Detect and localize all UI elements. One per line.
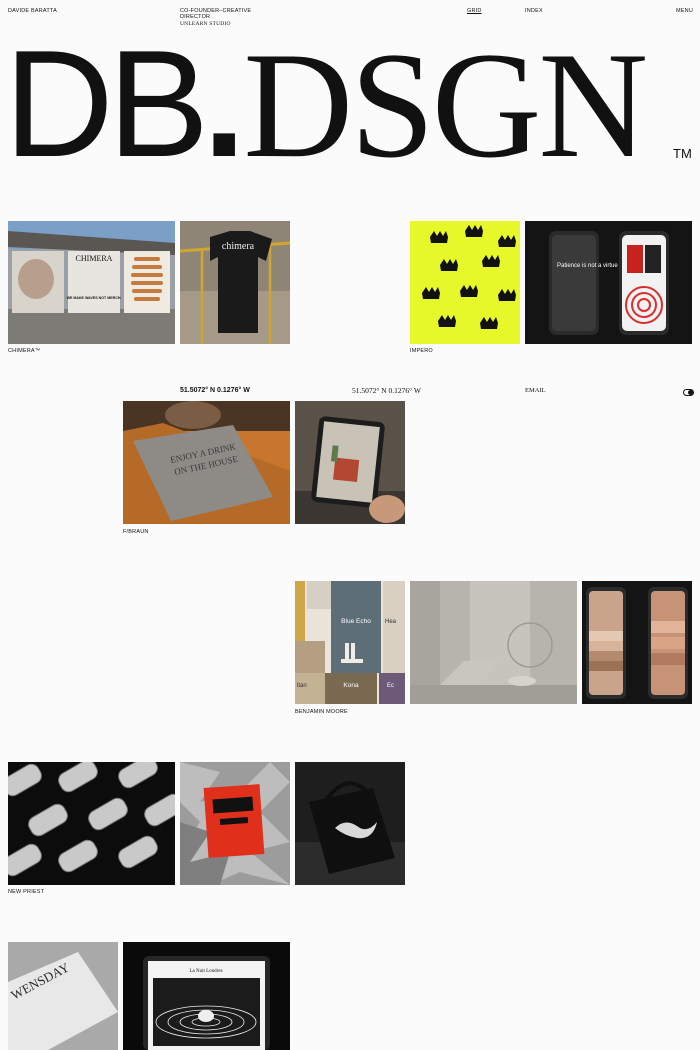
project-caption-new-priest[interactable]: NEW PRIEST [8, 889, 44, 895]
benjamin-moore-cards-image[interactable]: Blue Echo Hea ltan Kona Ec [295, 581, 405, 704]
logo-part-db: DB [4, 19, 209, 189]
bm-card-kona: Kona [343, 682, 359, 689]
project-caption-chimera[interactable]: CHIMERA™ [8, 348, 40, 354]
benjamin-moore-phones-image[interactable] [582, 581, 692, 704]
impero-crowns-image[interactable] [410, 221, 520, 344]
new-priest-cans-image[interactable] [8, 762, 175, 885]
tablet-title-text: La Nuit Londres [189, 969, 222, 974]
chimera-merch-text: WE MAKE WAVES NOT MERCH. [67, 296, 122, 300]
email-link[interactable]: EMAIL [525, 387, 546, 394]
tablet-illustration-image[interactable]: La Nuit Londres [123, 942, 290, 1050]
author-name: DAVIDE BARATTA [8, 8, 57, 14]
nav-index-link[interactable]: INDEX [525, 8, 543, 14]
project-caption-impero[interactable]: IMPERO [410, 348, 433, 354]
site-logo[interactable]: DB.DSGN [4, 28, 648, 181]
bm-card-hea: Hea [385, 619, 397, 625]
bm-card-ec: Ec [387, 683, 394, 689]
logo-part-dsgn: DSGN [243, 21, 648, 189]
chimera-tee-text: chimera [222, 241, 255, 252]
wensday-card-image[interactable]: WENSDAY [8, 942, 118, 1050]
bm-card-blue-echo: Blue Echo [341, 618, 371, 625]
chimera-billboard-image[interactable]: CHIMERA WE MAKE WAVES NOT MERCH. [8, 221, 175, 344]
benjamin-moore-interior-image[interactable] [410, 581, 577, 704]
bm-card-ltan: ltan [297, 683, 307, 689]
new-priest-bag-image[interactable] [295, 762, 405, 885]
toggle-knob [688, 390, 693, 395]
nav-menu-button[interactable]: MENU [676, 8, 693, 14]
nav-grid-link[interactable]: GRID [467, 8, 482, 14]
location-coordinates: 51.5072° N 0.1276° W [180, 387, 250, 394]
chimera-sign-text: CHIMERA [76, 254, 113, 263]
location-coordinates-serif: 51.5072° N 0.1276° W [352, 386, 421, 395]
project-caption-fbraun[interactable]: F/BRAUN [123, 529, 149, 535]
new-priest-poster-image[interactable] [180, 762, 290, 885]
impero-phones-image[interactable]: Patience is not a virtue [525, 221, 692, 344]
logo-dot: . [203, 19, 245, 189]
theme-toggle[interactable] [683, 389, 694, 396]
trademark-mark: TM [673, 146, 692, 161]
fbraun-tablet-image[interactable] [295, 401, 405, 524]
fbraun-coaster-image[interactable]: ENJOY A DRINK ON THE HOUSE [123, 401, 290, 524]
chimera-tshirt-image[interactable]: chimera [180, 221, 290, 344]
impero-phone-text: Patience is not a virtue [557, 263, 618, 269]
project-caption-benjamin-moore[interactable]: BENJAMIN MOORE [295, 709, 348, 715]
